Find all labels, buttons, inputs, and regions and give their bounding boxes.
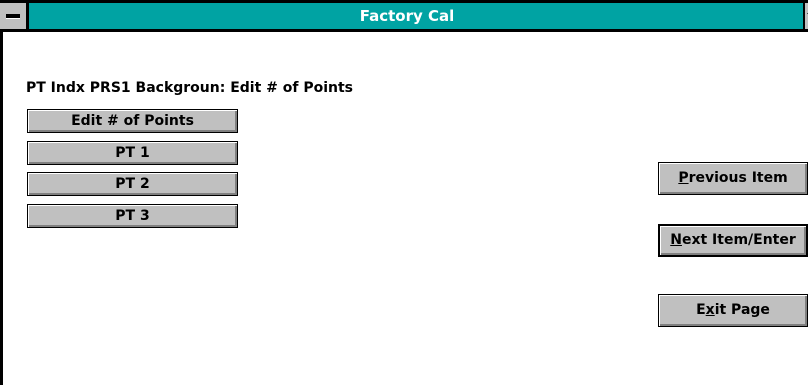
exit-page-button[interactable]: Exit Page	[658, 294, 808, 327]
previous-item-mnemonic: P	[678, 170, 689, 186]
previous-item-label: revious Item	[688, 170, 788, 186]
next-item-enter-button[interactable]: Next Item/Enter	[658, 224, 808, 257]
exit-page-mnemonic: x	[705, 302, 715, 318]
page-heading: PT Indx PRS1 Backgroun: Edit # of Points	[26, 80, 354, 96]
edit-number-of-points-button[interactable]: Edit # of Points	[27, 109, 238, 133]
pt-2-button[interactable]: PT 2	[27, 172, 238, 196]
exit-page-label-start: E	[696, 302, 706, 318]
next-item-mnemonic: N	[670, 232, 682, 248]
app-window: Factory Cal PT Indx PRS1 Backgroun: Edit…	[0, 0, 808, 385]
pt-3-button[interactable]: PT 3	[27, 204, 238, 228]
title-bar[interactable]: Factory Cal	[0, 0, 808, 32]
window-title: Factory Cal	[359, 7, 455, 25]
previous-item-button[interactable]: Previous Item	[658, 162, 808, 195]
minimize-button[interactable]	[803, 3, 808, 29]
pt-1-button[interactable]: PT 1	[27, 141, 238, 165]
system-menu-button[interactable]	[0, 3, 29, 29]
exit-page-label-end: it Page	[714, 302, 770, 318]
system-menu-icon	[6, 14, 20, 18]
next-item-label: ext Item/Enter	[681, 232, 796, 248]
